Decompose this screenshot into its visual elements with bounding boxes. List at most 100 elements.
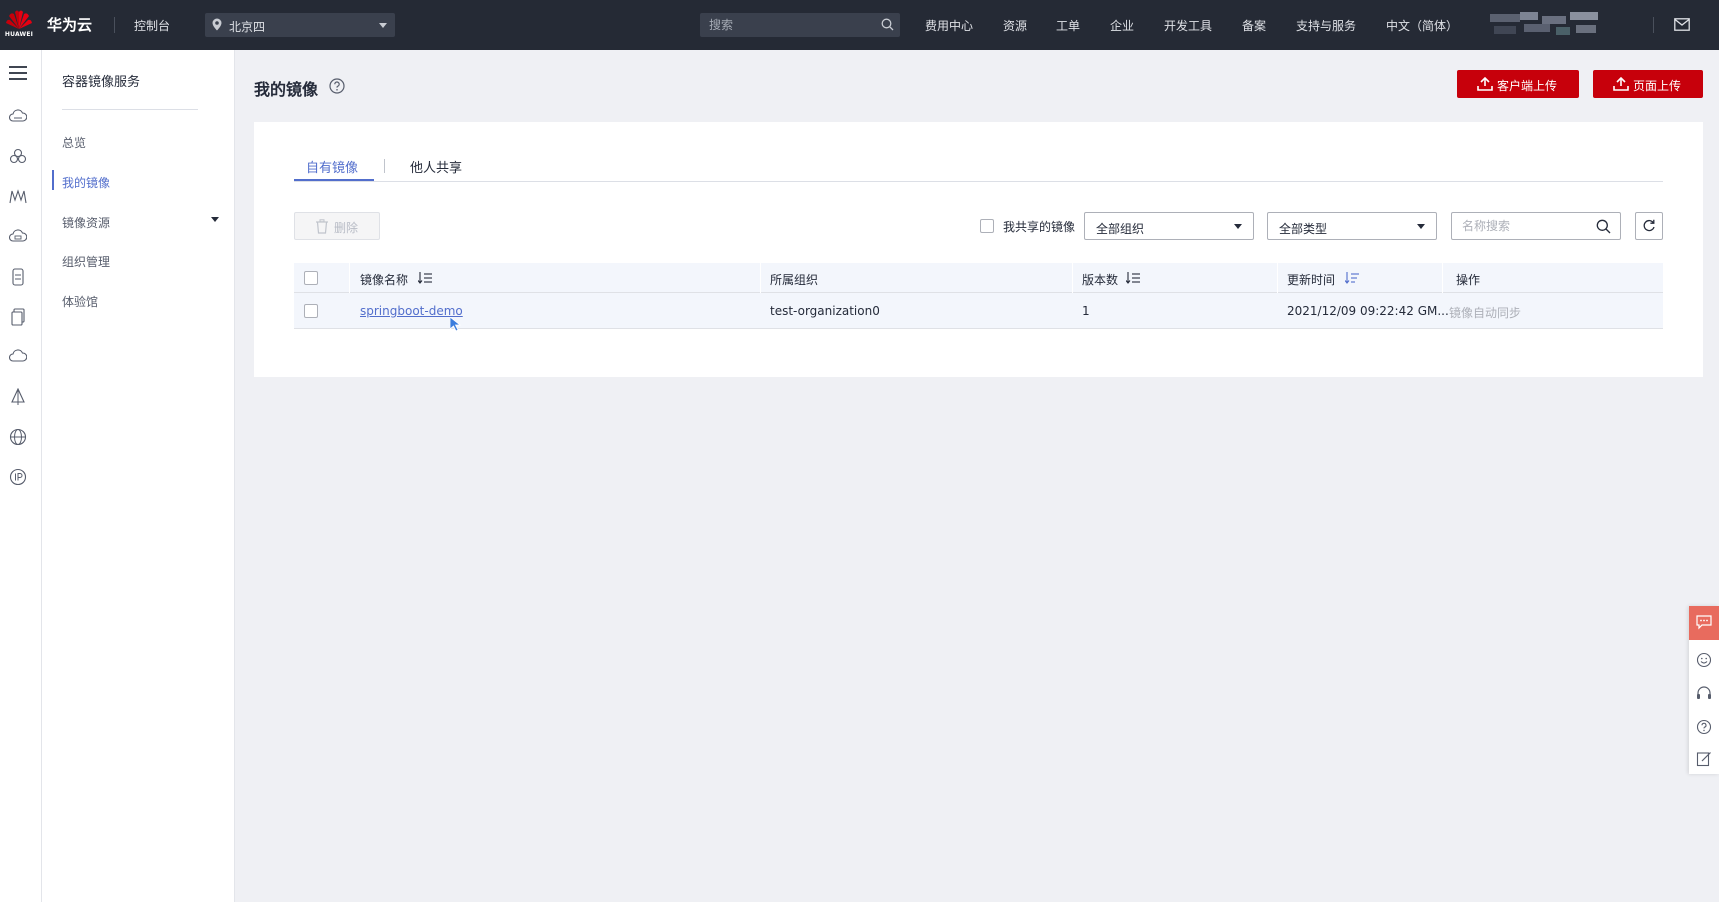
column-header-updated: 更新时间 [1287, 273, 1336, 287]
service-title: 容器镜像服务 [62, 75, 141, 90]
my-shared-images-label[interactable]: 我共享的镜像 [1003, 218, 1075, 235]
select-all-checkbox[interactable] [304, 271, 318, 285]
logo-text: HUAWEI [4, 31, 34, 38]
image-organization: test-organization0 [770, 304, 880, 318]
sort-icon[interactable] [418, 272, 432, 284]
sidebar-item-my-images[interactable]: 我的镜像 [62, 174, 110, 191]
chevron-down-icon [1234, 224, 1242, 229]
sort-icon[interactable] [1126, 272, 1140, 284]
divider [62, 109, 198, 110]
globe-icon[interactable] [9, 428, 27, 446]
table-header: 镜像名称 所属组织 版本数 更新时间 操作 [294, 263, 1663, 293]
table-row: springboot-demo test-organization0 1 202… [294, 293, 1663, 329]
column-header-organization: 所属组织 [770, 273, 819, 287]
client-upload-button[interactable]: 客户端上传 [1457, 70, 1579, 98]
cluster-icon[interactable] [9, 148, 27, 164]
column-divider [760, 263, 761, 293]
nav-language[interactable]: 中文（简体） [1386, 17, 1458, 34]
nav-enterprise[interactable]: 企业 [1110, 17, 1134, 34]
location-pin-icon [212, 18, 222, 31]
page-upload-button[interactable]: 页面上传 [1593, 70, 1703, 98]
auto-sync-action[interactable]: 镜像自动同步 [1449, 304, 1521, 321]
trash-icon [316, 219, 328, 234]
search-icon[interactable] [881, 18, 894, 31]
column-divider [1277, 263, 1278, 293]
page-title: 我的镜像 [254, 80, 319, 99]
refresh-icon [1643, 219, 1655, 232]
console-link[interactable]: 控制台 [134, 17, 170, 34]
service-icon-rail [0, 50, 42, 902]
sort-descending-icon[interactable] [1345, 272, 1359, 284]
mail-icon[interactable] [1674, 18, 1690, 31]
row-checkbox[interactable] [304, 304, 318, 318]
network-triangle-icon[interactable] [9, 388, 27, 406]
nav-tickets[interactable]: 工单 [1056, 17, 1080, 34]
sidebar-item-org-management[interactable]: 组织管理 [62, 253, 110, 270]
upload-icon [1477, 77, 1493, 91]
user-account-blurred[interactable] [1490, 12, 1600, 42]
column-header-name: 镜像名称 [360, 273, 409, 287]
top-navigation-bar: HUAWEI 华为云 控制台 北京四 费用中心 资源 工单 企业 开发工具 备案… [0, 0, 1719, 50]
nav-billing-center[interactable]: 费用中心 [925, 17, 973, 34]
image-updated-time: 2021/12/09 09:22:42 GM... [1287, 304, 1449, 318]
client-upload-label: 客户端上传 [1497, 79, 1558, 93]
column-divider [349, 263, 350, 293]
image-name-link[interactable]: springboot-demo [360, 304, 463, 318]
column-header-versions: 版本数 [1082, 273, 1119, 287]
nav-dev-tools[interactable]: 开发工具 [1164, 17, 1212, 34]
upload-icon [1613, 77, 1629, 91]
active-indicator [52, 170, 54, 190]
database-icon[interactable] [9, 268, 27, 286]
images-card: 自有镜像 他人共享 删除 我共享的镜像 全部组织 全部类型 镜像名称 [254, 122, 1703, 377]
sidebar-item-image-resources[interactable]: 镜像资源 [62, 214, 110, 231]
help-icon[interactable] [329, 78, 345, 94]
edit-feedback-icon[interactable] [1696, 751, 1712, 767]
floating-tools-panel [1689, 606, 1719, 774]
region-selector[interactable]: 北京四 [205, 13, 395, 37]
ip-icon[interactable] [9, 468, 27, 486]
cloud-icon[interactable] [9, 348, 27, 364]
huawei-logo[interactable]: HUAWEI [0, 0, 38, 50]
refresh-button[interactable] [1635, 212, 1663, 240]
mouse-pointer-icon [450, 317, 462, 331]
mountain-chart-icon[interactable] [9, 188, 27, 204]
huawei-petals-icon [6, 10, 32, 29]
cloud-server-icon[interactable] [9, 108, 27, 124]
tabs-baseline [294, 181, 1663, 182]
headset-support-icon[interactable] [1696, 686, 1712, 702]
chevron-down-icon [1417, 224, 1425, 229]
type-select[interactable]: 全部类型 [1267, 212, 1437, 240]
region-value: 北京四 [229, 20, 266, 34]
nav-support[interactable]: 支持与服务 [1296, 17, 1356, 34]
column-divider [1442, 263, 1443, 293]
chevron-down-icon[interactable] [211, 217, 219, 222]
organization-select[interactable]: 全部组织 [1084, 212, 1254, 240]
hamburger-menu-icon[interactable] [9, 65, 27, 81]
cloud-storage-icon[interactable] [9, 228, 27, 244]
column-header-actions: 操作 [1456, 273, 1481, 287]
organization-select-value: 全部组织 [1096, 222, 1145, 236]
search-icon[interactable] [1596, 219, 1611, 234]
chat-button[interactable] [1689, 606, 1719, 640]
type-select-value: 全部类型 [1279, 222, 1328, 236]
global-search-input[interactable] [700, 13, 900, 37]
tab-shared-by-others[interactable]: 他人共享 [410, 157, 462, 176]
delete-label: 删除 [334, 221, 359, 235]
column-divider [1072, 263, 1073, 293]
divider [114, 17, 115, 33]
brand-name[interactable]: 华为云 [47, 14, 92, 35]
delete-button[interactable]: 删除 [294, 212, 380, 240]
nav-resources[interactable]: 资源 [1003, 17, 1027, 34]
smiley-feedback-icon[interactable] [1696, 652, 1712, 668]
image-versions: 1 [1082, 304, 1090, 318]
sidebar-item-overview[interactable]: 总览 [62, 134, 86, 151]
page-upload-label: 页面上传 [1633, 79, 1682, 93]
divider [1653, 17, 1654, 33]
tab-own-images[interactable]: 自有镜像 [306, 157, 358, 176]
sidebar-item-experience-hall[interactable]: 体验馆 [62, 293, 98, 310]
help-icon[interactable] [1696, 719, 1712, 735]
nav-filing[interactable]: 备案 [1242, 17, 1266, 34]
chat-bubble-icon [1696, 615, 1712, 630]
my-shared-images-checkbox[interactable] [980, 219, 994, 233]
document-copy-icon[interactable] [9, 308, 27, 326]
